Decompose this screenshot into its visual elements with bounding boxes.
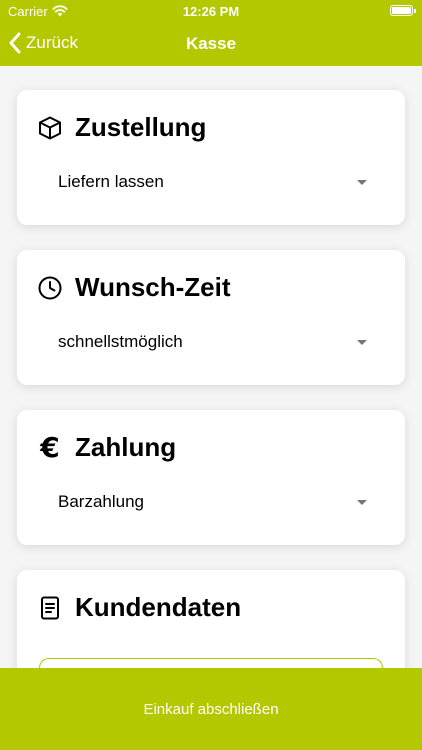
time-select[interactable]: schnellstmöglich — [37, 324, 385, 360]
customer-title-text: Kundendaten — [75, 592, 242, 622]
box-icon — [37, 115, 63, 141]
delivery-title: Zustellung — [37, 112, 206, 143]
delivery-card: Zustellung Liefern lassen — [17, 90, 405, 225]
payment-card: € Zahlung Barzahlung — [17, 410, 405, 545]
delivery-select-value: Liefern lassen — [58, 172, 164, 191]
checkout-button[interactable]: Einkauf abschließen — [0, 668, 422, 750]
time-select-value: schnellstmöglich — [58, 332, 183, 351]
caret-down-icon — [357, 499, 367, 505]
header: Carrier 12:26 PM Zurück Kasse — [0, 0, 422, 66]
delivery-title-text: Zustellung — [75, 112, 207, 142]
clock-icon — [37, 275, 63, 301]
page-title: Kasse — [185, 34, 237, 53]
time-card: Wunsch-Zeit schnellstmöglich — [17, 250, 405, 385]
time-title-text: Wunsch-Zeit — [75, 272, 231, 302]
payment-title-text: Zahlung — [75, 432, 177, 462]
document-icon — [37, 595, 63, 621]
caret-down-icon — [357, 179, 367, 185]
payment-title: € Zahlung — [37, 432, 176, 463]
caret-down-icon — [357, 339, 367, 345]
customer-title: Kundendaten — [37, 592, 241, 623]
payment-select[interactable]: Barzahlung — [37, 484, 385, 520]
checkout-button-label: Einkauf abschließen — [143, 700, 279, 718]
status-time: 12:26 PM — [182, 4, 240, 19]
time-title: Wunsch-Zeit — [37, 272, 231, 303]
payment-select-value: Barzahlung — [58, 492, 145, 511]
euro-icon: € — [40, 430, 60, 464]
status-bar: Carrier 12:26 PM — [0, 0, 422, 22]
battery-icon — [390, 5, 416, 16]
delivery-select[interactable]: Liefern lassen — [37, 164, 385, 200]
